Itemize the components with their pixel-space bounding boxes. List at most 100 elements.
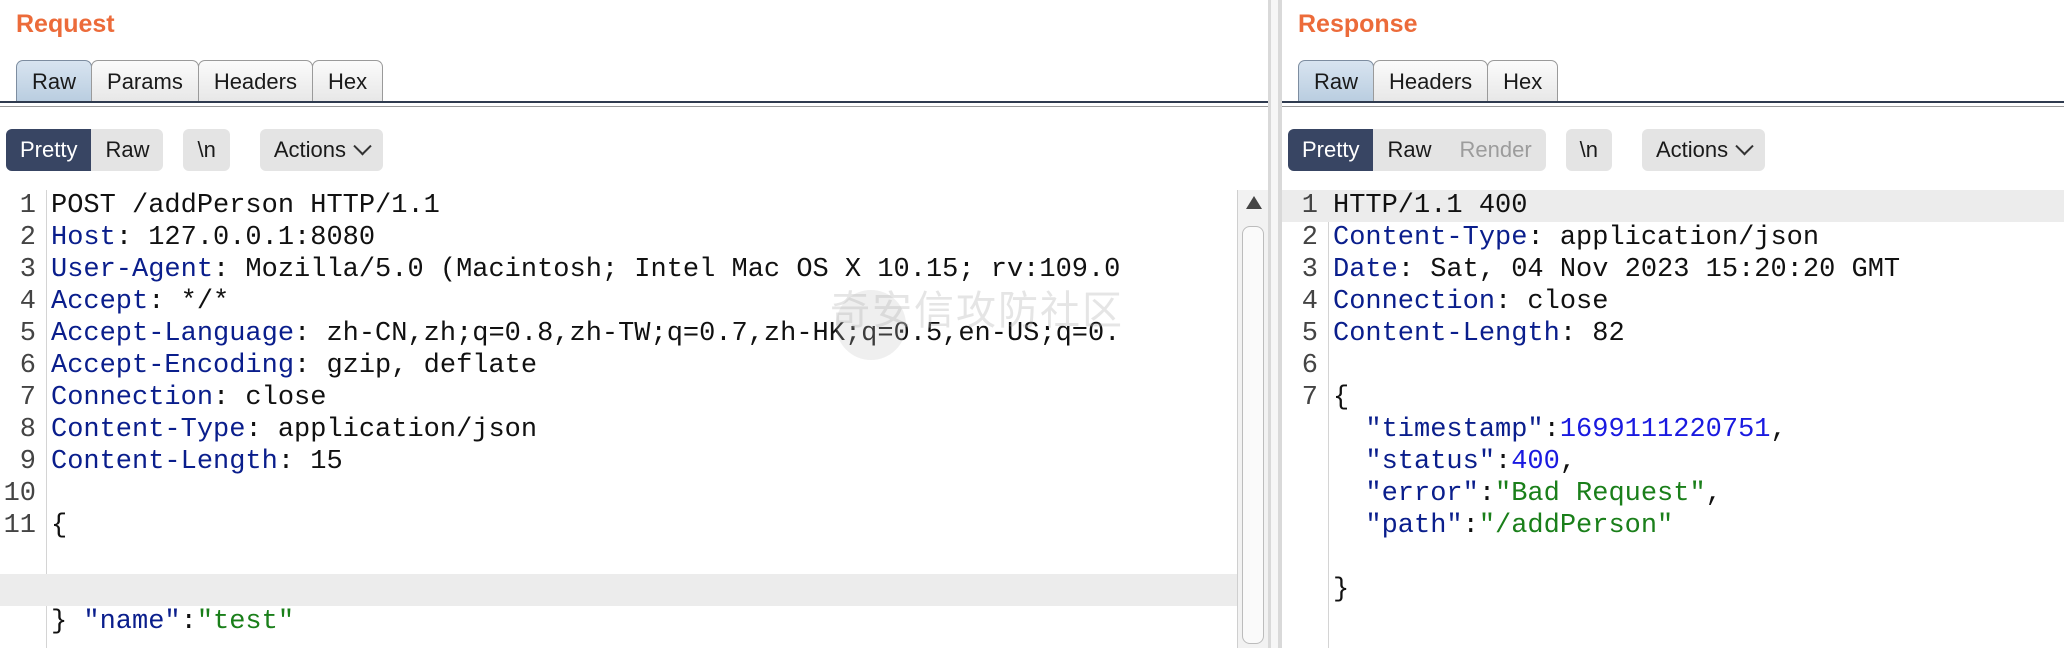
line-number: 5 [19,319,36,349]
response-actions-button[interactable]: Actions [1642,129,1766,171]
request-title: Request [16,10,115,38]
json-value: 1699111220751 [1559,415,1771,445]
request-tab-params[interactable]: Params [91,60,199,102]
code-line: 6 Accept-Encoding: gzip, deflate [0,350,1268,382]
response-view-toggle: Pretty Raw Render [1288,129,1546,171]
code-line-current: } [0,574,1238,637]
header-value: { [1333,383,1350,413]
line-number: 4 [19,287,36,317]
header-value: : 15 [277,447,343,477]
header-name: Date [1333,255,1398,285]
code-line: 11 { [0,510,1268,542]
split-pane-divider[interactable] [1268,0,1282,648]
json-line: "path":"/addPerson" [1282,510,2064,542]
request-pane: Request Raw Params Headers Hex Pretty Ra… [0,0,1268,648]
code-text: Accept-Language: zh-CN,zh;q=0.8,zh-TW;q=… [51,318,1120,350]
line-number: 1 [1301,191,1318,221]
header-name: Accept-Language [51,319,295,349]
line-number: 9 [19,447,36,477]
code-line: } [1282,542,2064,605]
code-text: { [1333,382,1349,414]
request-tab-hex[interactable]: Hex [311,60,384,102]
response-editor[interactable]: 1 HTTP/1.1 400 2 Content-Type: application/… [1282,190,2064,648]
newline-label: \n [197,137,216,162]
response-pretty-button[interactable]: Pretty [1288,129,1374,171]
header-value: { [51,511,68,541]
response-tab-hex[interactable]: Hex [1487,60,1559,102]
json-value: "/addPerson" [1478,511,1674,541]
tab-separator [1282,106,2064,107]
code-text: } [1333,575,1350,605]
scroll-thumb[interactable] [1242,226,1264,644]
header-value: POST /addPerson HTTP/1.1 [51,191,440,221]
code-line: 2 Host: 127.0.0.1:8080 [0,222,1268,254]
header-name: Content-Type [51,415,246,445]
json-value: "test" [196,607,295,637]
request-tab-raw[interactable]: Raw [16,60,93,102]
response-raw-button[interactable]: Raw [1373,129,1445,171]
json-key: "timestamp" [1365,415,1544,445]
request-raw-button[interactable]: Raw [91,129,163,171]
header-value: : application/json [245,415,538,445]
code-line: 8 Content-Type: application/json [0,414,1268,446]
request-newline-button[interactable]: \n [183,129,230,171]
code-text: Content-Length: 82 [1333,318,1625,350]
header-name: User-Agent [51,255,214,285]
header-value: : zh-CN,zh;q=0.8,zh-TW;q=0.7,zh-HK;q=0.5… [294,319,1121,349]
code-line: 5 Accept-Language: zh-CN,zh;q=0.8,zh-TW;q… [0,318,1268,350]
line-number: 6 [19,351,36,381]
json-value: 400 [1511,447,1560,477]
header-name: Content-Length [51,447,278,477]
line-number: 4 [1301,287,1318,317]
response-render-button[interactable]: Render [1445,129,1545,171]
vertical-scrollbar[interactable] [1237,190,1268,648]
line-number: 6 [1301,351,1318,381]
response-title: Response [1298,10,1418,38]
response-newline-button[interactable]: \n [1565,129,1612,171]
line-number: 11 [3,511,36,541]
scroll-up-arrow-icon[interactable] [1246,196,1262,209]
code-line: 7{ [1282,382,2064,414]
actions-label: Actions [1656,137,1729,162]
request-tab-headers[interactable]: Headers [197,60,313,102]
json-key: "name" [83,607,181,637]
line-number: 7 [1301,383,1318,413]
line-number: 1 [19,191,36,221]
code-text: { [51,510,67,542]
code-text: POST /addPerson HTTP/1.1 [51,190,440,222]
header-value: HTTP/1.1 400 [1333,191,1528,221]
code-text: "timestamp":1699111220751, [1365,415,1787,445]
code-text: Accept: */* [51,286,229,318]
actions-label: Actions [273,137,346,162]
json-key: "path" [1365,511,1463,541]
tab-separator [0,106,1268,107]
request-pretty-button[interactable]: Pretty [6,129,92,171]
header-value: : */* [148,287,230,317]
code-line: 2 Content-Type: application/json [1282,222,2064,254]
code-line: 9 Content-Length: 15 [0,446,1268,478]
code-text: Connection: close [51,382,326,414]
header-name: Content-Type [1333,223,1528,253]
header-name: Connection [1333,287,1496,317]
chevron-down-icon [353,136,372,155]
request-actions-button[interactable]: Actions [259,129,383,171]
header-value: : close [213,383,327,413]
json-line: "error":"Bad Request", [1282,478,2064,510]
header-value: : 82 [1559,319,1625,349]
code-line: 1 HTTP/1.1 400 [1282,190,2064,222]
code-line: "name":"test" [0,542,1268,637]
code-text: User-Agent: Mozilla/5.0 (Macintosh; Inte… [51,254,1120,286]
response-tabs: Raw Headers Hex [1298,58,1559,102]
response-tab-raw[interactable]: Raw [1298,60,1375,102]
request-editor[interactable]: 1 POST /addPerson HTTP/1.1 2 Host: 127.0.0.… [0,190,1268,648]
code-text: Content-Type: application/json [51,414,537,446]
line-number: 3 [1301,255,1318,285]
response-toolbar: Pretty Raw Render \n Actions [1288,129,1766,171]
header-name: Connection [51,383,214,413]
code-line: 3 Date: Sat, 04 Nov 2023 15:20:20 GMT [1282,254,2064,286]
code-text: } [51,607,68,637]
response-tab-headers[interactable]: Headers [1373,60,1489,102]
code-text: "status":400, [1365,447,1577,477]
code-line: 5 Content-Length: 82 [1282,318,2064,350]
header-value: : application/json [1527,223,1820,253]
